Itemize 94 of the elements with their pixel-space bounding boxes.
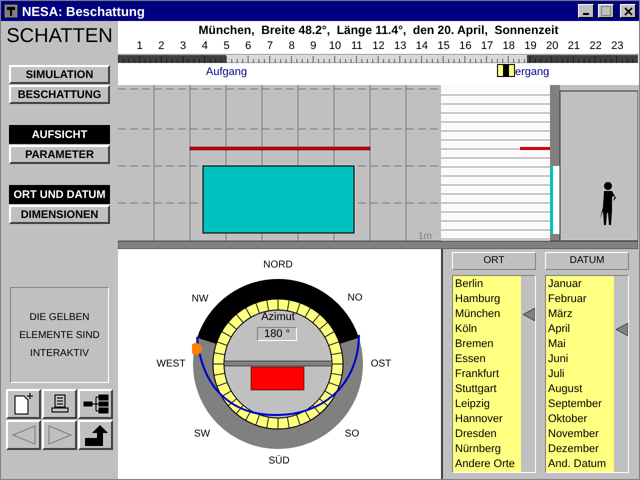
hour-label: 1 bbox=[136, 39, 144, 54]
left-triangle-icon bbox=[10, 425, 36, 445]
list-header: DATUM bbox=[545, 252, 629, 270]
list-item[interactable]: Hamburg bbox=[453, 292, 535, 307]
scale-label: 1m bbox=[418, 231, 432, 242]
maximize-icon bbox=[601, 6, 611, 16]
close-icon bbox=[624, 6, 632, 16]
up-arrow-icon bbox=[84, 424, 108, 446]
tree-icon bbox=[82, 394, 108, 414]
compass-direction-label: NORD bbox=[263, 260, 293, 270]
hour-label: 21 bbox=[566, 39, 582, 54]
compass-direction-label: SO bbox=[344, 428, 360, 440]
hour-label: 9 bbox=[309, 39, 318, 54]
hour-label: 6 bbox=[244, 39, 252, 54]
person-silhouette-icon bbox=[600, 182, 616, 225]
hour-label: 22 bbox=[588, 39, 603, 54]
list-item[interactable]: Köln bbox=[453, 322, 535, 337]
hour-label: 16 bbox=[458, 39, 472, 54]
sunrise-label: Aufgang bbox=[206, 66, 247, 78]
hour-label: 20 bbox=[545, 39, 560, 54]
list-item[interactable]: August bbox=[546, 382, 628, 397]
app-icon bbox=[4, 4, 18, 18]
list-item[interactable]: September bbox=[546, 397, 628, 412]
hour-label: 7 bbox=[266, 39, 274, 54]
info-text: DIE GELBEN bbox=[29, 312, 90, 322]
list-item[interactable]: Oktober bbox=[546, 412, 628, 427]
nav-button[interactable]: AUFSICHT bbox=[9, 125, 110, 144]
nav-button[interactable]: ORT UND DATUM bbox=[9, 185, 110, 204]
hour-label: 2 bbox=[157, 39, 166, 54]
list-item[interactable]: Andere Orte bbox=[453, 457, 535, 472]
list-item[interactable]: Mai bbox=[546, 337, 628, 352]
location-date-title: München, Breite 48.2°, Länge 11.4°, den 20. April, Sonnenzeit bbox=[198, 22, 560, 39]
compass-direction-label: OST bbox=[370, 358, 392, 370]
compass-direction-label: WEST bbox=[156, 358, 186, 370]
hour-label: 11 bbox=[350, 39, 364, 54]
hour-label: 8 bbox=[288, 39, 296, 54]
list-header: ORT bbox=[452, 252, 536, 270]
list-item[interactable]: Juli bbox=[546, 367, 628, 382]
list-item[interactable]: Frankfurt bbox=[453, 367, 535, 382]
list-item[interactable]: Februar bbox=[546, 292, 628, 307]
list-item[interactable]: April bbox=[546, 322, 628, 337]
section-heading: SCHATTEN bbox=[6, 25, 113, 49]
hour-label: 5 bbox=[222, 39, 231, 54]
new-document-icon bbox=[12, 392, 34, 416]
azimuth-readout: 180 ° bbox=[257, 327, 297, 341]
list-item[interactable]: München bbox=[453, 307, 535, 322]
hour-label: 17 bbox=[480, 39, 494, 54]
sunset-label: ergang bbox=[515, 66, 550, 78]
list-item[interactable]: Bremen bbox=[453, 337, 535, 352]
compass-direction-label: NO bbox=[348, 292, 362, 304]
hour-label: 3 bbox=[179, 39, 188, 54]
compass-direction-label: NW bbox=[192, 294, 208, 304]
right-triangle-icon bbox=[46, 425, 72, 445]
toolbar-button[interactable] bbox=[42, 389, 77, 419]
list-item[interactable]: Januar bbox=[546, 277, 628, 292]
hour-label: 12 bbox=[371, 39, 386, 54]
hour-label: 18 bbox=[502, 39, 516, 54]
hour-label: 19 bbox=[523, 39, 538, 54]
nav-button[interactable]: DIMENSIONEN bbox=[9, 205, 110, 224]
hour-label: 23 bbox=[610, 39, 624, 54]
nav-button[interactable]: SIMULATION bbox=[9, 65, 110, 84]
info-text: ELEMENTE SIND bbox=[19, 330, 100, 340]
list-item[interactable]: Juni bbox=[546, 352, 628, 367]
nav-button[interactable]: PARAMETER bbox=[9, 145, 110, 164]
list-item[interactable]: And. Datum bbox=[546, 457, 628, 472]
minimize-button[interactable] bbox=[578, 4, 594, 18]
list-item[interactable]: Nürnberg bbox=[453, 442, 535, 457]
list-item[interactable]: Hannover bbox=[453, 412, 535, 427]
hour-label: 14 bbox=[414, 39, 430, 54]
list-item[interactable]: Dresden bbox=[453, 427, 535, 442]
compass-direction-label: SW bbox=[194, 428, 210, 440]
window-title: NESA: Beschattung bbox=[22, 4, 146, 18]
compass-direction-label: SÜD bbox=[268, 456, 290, 466]
printer-icon bbox=[50, 394, 70, 414]
toolbar-button[interactable] bbox=[78, 389, 113, 419]
hour-label: 15 bbox=[436, 39, 451, 54]
toolbar-button[interactable] bbox=[6, 389, 41, 419]
list-item[interactable]: November bbox=[546, 427, 628, 442]
hour-label: 10 bbox=[328, 39, 342, 54]
list-item[interactable]: Stuttgart bbox=[453, 382, 535, 397]
hour-label: 13 bbox=[393, 39, 408, 54]
list-item[interactable]: März bbox=[546, 307, 628, 322]
list-item[interactable]: Leipzig bbox=[453, 397, 535, 412]
maximize-button[interactable] bbox=[598, 4, 614, 18]
info-text: INTERAKTIV bbox=[30, 348, 89, 358]
toolbar-button[interactable] bbox=[78, 420, 113, 450]
list-item[interactable]: Berlin bbox=[453, 277, 535, 292]
list-item[interactable]: Dezember bbox=[546, 442, 628, 457]
azimuth-label: Azimut bbox=[261, 311, 295, 323]
nav-button[interactable]: BESCHATTUNG bbox=[9, 85, 110, 104]
list-item[interactable]: Essen bbox=[453, 352, 535, 367]
close-button[interactable] bbox=[620, 4, 636, 18]
hour-label: 4 bbox=[200, 39, 209, 54]
time-slider-handle[interactable] bbox=[497, 64, 516, 77]
